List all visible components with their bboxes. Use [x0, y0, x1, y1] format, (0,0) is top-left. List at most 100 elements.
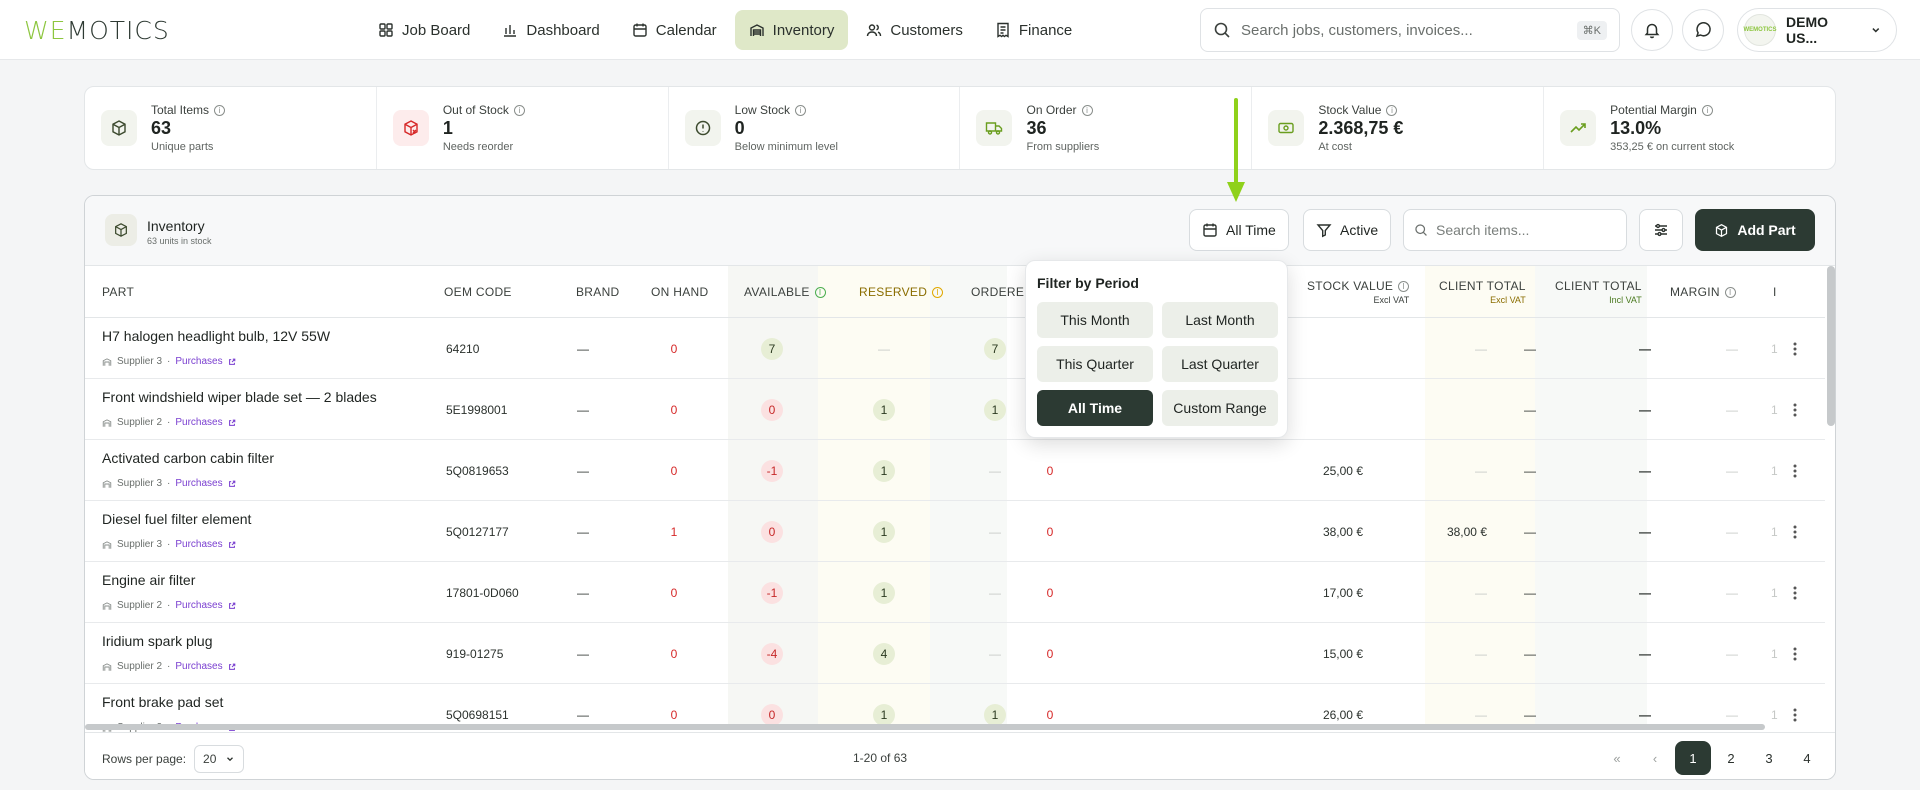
period-option-last-month[interactable]: Last Month: [1162, 302, 1278, 338]
period-option-this-month[interactable]: This Month: [1037, 302, 1153, 338]
info-icon[interactable]: i: [932, 286, 944, 298]
search-icon: [1214, 22, 1230, 38]
col-header-brand[interactable]: BRAND: [576, 266, 620, 318]
app-logo[interactable]: WEMOTICS: [24, 16, 170, 45]
status-filter-button[interactable]: Active: [1303, 209, 1392, 251]
external-link-icon[interactable]: [228, 602, 236, 610]
col-header-reserved[interactable]: RESERVED i: [859, 266, 944, 318]
stat-label: Stock Value: [1318, 103, 1382, 117]
part-name[interactable]: Activated carbon cabin filter: [102, 450, 274, 466]
part-name[interactable]: Front brake pad set: [102, 694, 223, 710]
col-header-margin[interactable]: MARGIN i: [1670, 266, 1736, 318]
period-option-custom-range[interactable]: Custom Range: [1162, 390, 1278, 426]
ordered-value: 7: [984, 337, 1006, 360]
messages-button[interactable]: [1682, 9, 1724, 51]
external-link-icon[interactable]: [228, 358, 236, 366]
part-name[interactable]: Diesel fuel filter element: [102, 511, 251, 527]
search-items-input[interactable]: Search items...: [1403, 209, 1627, 251]
margin-cell: —: [1726, 646, 1738, 661]
part-meta: Supplier 2 · Purchases: [102, 600, 236, 611]
available-cell: 0: [750, 501, 794, 562]
nav-job-board[interactable]: Job Board: [364, 10, 484, 50]
col-header-part[interactable]: PART: [102, 266, 134, 318]
page-button-2[interactable]: 2: [1713, 741, 1749, 775]
info-icon[interactable]: i: [513, 104, 525, 116]
period-option-all-time[interactable]: All Time: [1037, 390, 1153, 426]
table-row[interactable]: Diesel fuel filter element Supplier 3 · …: [85, 501, 1825, 562]
stat-total-items: Total Items i 63 Unique parts: [85, 87, 377, 169]
chevron-down-icon: [1872, 28, 1880, 33]
nav-dashboard[interactable]: Dashboard: [488, 10, 613, 50]
col-header-extra[interactable]: I: [1773, 266, 1777, 318]
part-meta: Supplier 2 · Purchases: [102, 417, 236, 428]
purchases-link[interactable]: Purchases: [175, 661, 222, 672]
period-filter-button[interactable]: All Time: [1189, 209, 1289, 251]
info-icon[interactable]: i: [1386, 104, 1398, 116]
first-page-button[interactable]: «: [1599, 741, 1635, 775]
calendar-icon: [1203, 223, 1217, 237]
col-header-stock-value[interactable]: STOCK VALUE i Excl VAT: [1307, 266, 1410, 318]
info-icon[interactable]: i: [814, 286, 826, 298]
table-row[interactable]: Front windshield wiper blade set — 2 bla…: [85, 379, 1825, 440]
col-header-client-total-excl[interactable]: CLIENT TOTAL Excl VAT: [1439, 266, 1526, 318]
info-icon[interactable]: i: [1398, 280, 1410, 292]
nav-calendar[interactable]: Calendar: [618, 10, 731, 50]
external-link-icon[interactable]: [228, 663, 236, 671]
rows-per-page-select[interactable]: 20: [194, 745, 245, 773]
row-menu-button[interactable]: [1793, 318, 1797, 379]
ordered-cell: —: [973, 440, 1017, 501]
part-name[interactable]: H7 halogen headlight bulb, 12V 55W: [102, 328, 330, 344]
table-row[interactable]: H7 halogen headlight bulb, 12V 55W Suppl…: [85, 318, 1825, 379]
add-part-button[interactable]: Add Part: [1695, 209, 1815, 251]
stat-value: 13.0%: [1610, 118, 1662, 138]
available-pill: 7: [761, 337, 783, 360]
purchases-link[interactable]: Purchases: [175, 539, 222, 550]
part-name[interactable]: Iridium spark plug: [102, 633, 213, 649]
next-page-button[interactable]: ›: [1827, 741, 1835, 775]
on-hand-cell: 1: [664, 501, 684, 562]
table-row[interactable]: Activated carbon cabin filter Supplier 3…: [85, 440, 1825, 501]
col-header-client-total-incl[interactable]: CLIENT TOTAL Incl VAT: [1555, 266, 1642, 318]
table-row[interactable]: Engine air filter Supplier 2 · Purchases…: [85, 562, 1825, 623]
external-link-icon[interactable]: [228, 419, 236, 427]
nav-inventory[interactable]: Inventory: [734, 10, 849, 50]
global-search-input[interactable]: Search jobs, customers, invoices... ⌘K: [1200, 8, 1620, 52]
external-link-icon[interactable]: [228, 480, 236, 488]
unit-price-cell: 38,00 €: [1322, 524, 1363, 539]
nav-customers[interactable]: Customers: [852, 10, 977, 50]
page-button-1[interactable]: 1: [1675, 741, 1711, 775]
external-link-icon[interactable]: [228, 541, 236, 549]
info-icon[interactable]: i: [795, 104, 807, 116]
purchases-link[interactable]: Purchases: [175, 478, 222, 489]
row-menu-button[interactable]: [1793, 440, 1797, 501]
prev-page-button[interactable]: ‹: [1637, 741, 1673, 775]
row-menu-button[interactable]: [1793, 623, 1797, 684]
row-menu-button[interactable]: [1793, 379, 1797, 440]
part-name[interactable]: Engine air filter: [102, 572, 195, 588]
page-button-4[interactable]: 4: [1789, 741, 1825, 775]
horizontal-scrollbar[interactable]: [85, 724, 1765, 730]
nav-finance[interactable]: Finance: [981, 10, 1086, 50]
period-option-last-quarter[interactable]: Last Quarter: [1162, 346, 1278, 382]
col-header-oem[interactable]: OEM CODE: [444, 266, 512, 318]
row-menu-button[interactable]: [1793, 562, 1797, 623]
col-header-ordered[interactable]: ORDERED: [971, 266, 1033, 318]
period-option-this-quarter[interactable]: This Quarter: [1037, 346, 1153, 382]
part-name[interactable]: Front windshield wiper blade set — 2 bla…: [102, 389, 377, 405]
col-header-available[interactable]: AVAILABLE i: [744, 266, 826, 318]
info-icon[interactable]: i: [1724, 286, 1736, 298]
purchases-link[interactable]: Purchases: [175, 417, 222, 428]
col-header-on-hand[interactable]: ON HAND: [651, 266, 708, 318]
purchases-link[interactable]: Purchases: [175, 356, 222, 367]
row-menu-button[interactable]: [1793, 501, 1797, 562]
purchases-link[interactable]: Purchases: [175, 600, 222, 611]
info-icon[interactable]: i: [1081, 104, 1093, 116]
info-icon[interactable]: i: [214, 104, 226, 116]
table-row[interactable]: Iridium spark plug Supplier 2 · Purchase…: [85, 623, 1825, 684]
user-menu[interactable]: WEMOTICS DEMO US...: [1737, 8, 1897, 52]
column-settings-button[interactable]: [1639, 209, 1683, 251]
vertical-scrollbar[interactable]: [1827, 266, 1835, 426]
notifications-button[interactable]: [1631, 9, 1673, 51]
page-button-3[interactable]: 3: [1751, 741, 1787, 775]
info-icon[interactable]: i: [1701, 104, 1713, 116]
